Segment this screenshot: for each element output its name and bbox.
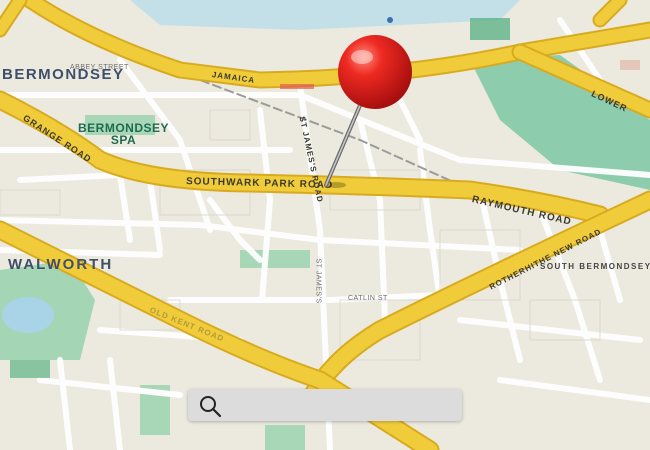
road-label-st-james-lower: ST JAMES'S bbox=[314, 258, 322, 304]
map-view[interactable]: BERMONDSEY WALWORTH BERMONDSEY SPA SOUTH… bbox=[0, 0, 650, 450]
search-input[interactable] bbox=[228, 393, 458, 419]
map-pin-icon[interactable] bbox=[318, 35, 418, 195]
area-label-south-bermondsey: SOUTH BERMONDSEY bbox=[540, 262, 650, 271]
search-bar[interactable] bbox=[188, 389, 462, 421]
search-icon[interactable] bbox=[198, 394, 222, 418]
park-label-line2: SPA bbox=[110, 133, 137, 147]
park-label-bermondsey-spa: BERMONDSEY SPA bbox=[78, 122, 169, 146]
road-label-catlin-st: CATLIN ST bbox=[348, 295, 388, 302]
road-label-abbey-street: ABBEY STREET bbox=[70, 64, 129, 71]
district-walworth: WALWORTH bbox=[8, 256, 114, 273]
